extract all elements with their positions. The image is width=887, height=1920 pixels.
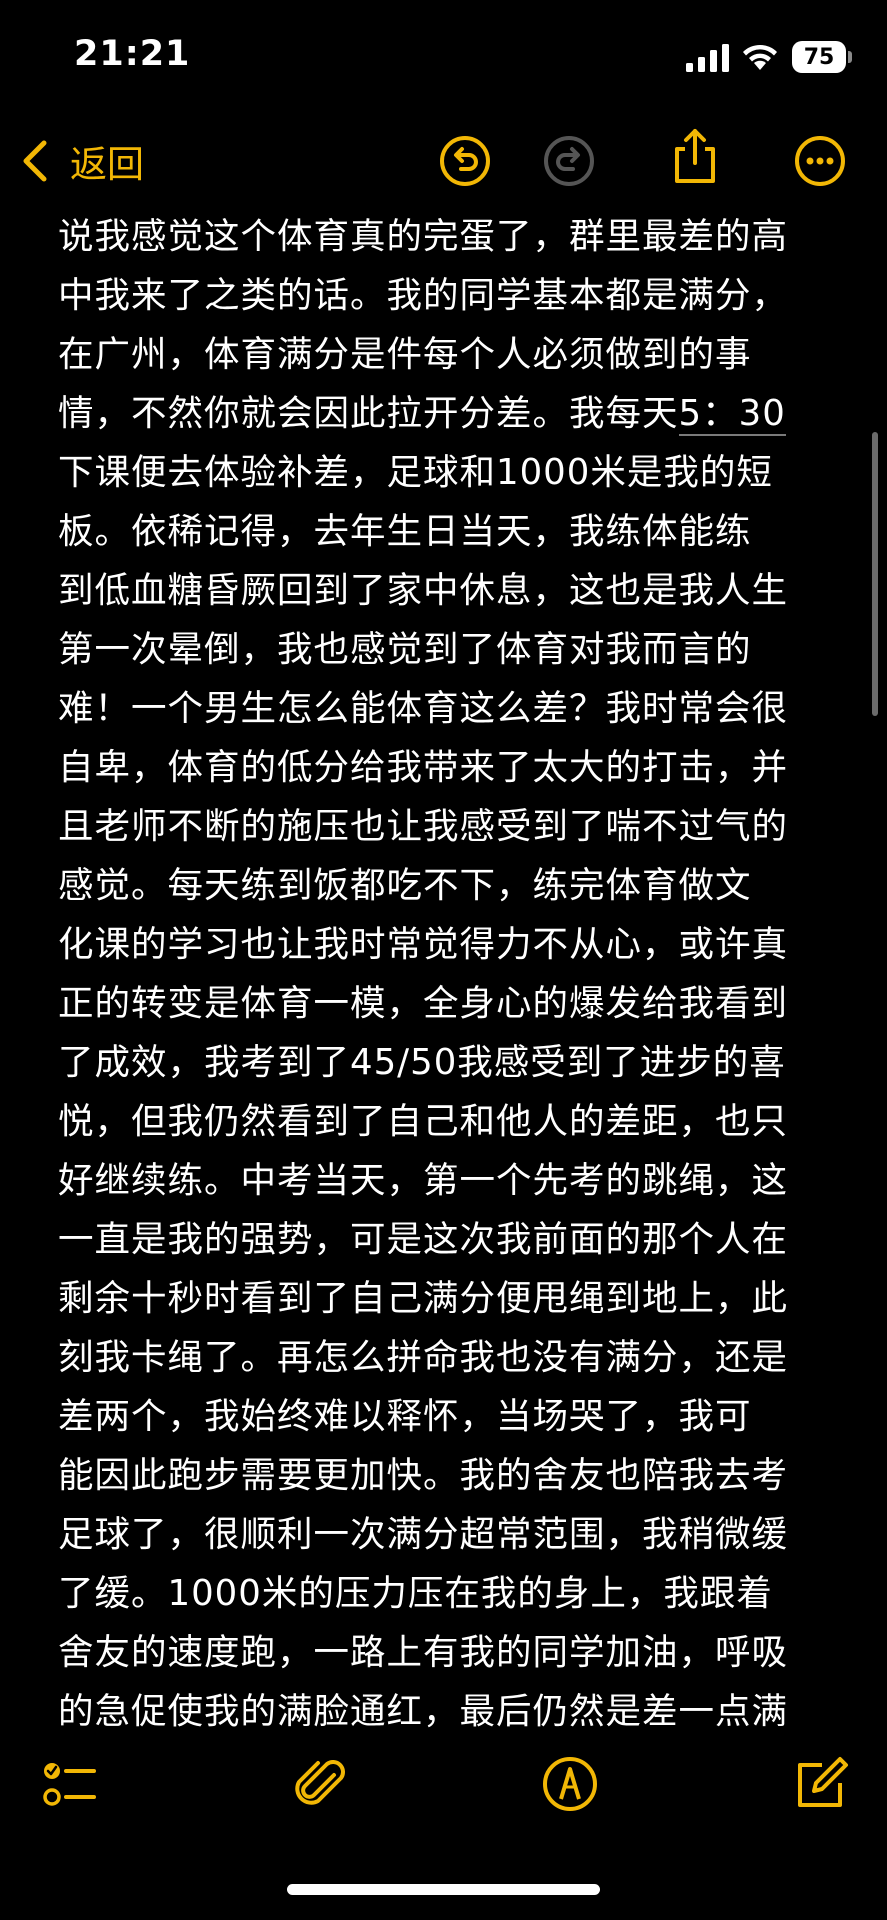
- wifi-icon: [741, 42, 779, 72]
- markup-pen-icon[interactable]: [541, 1755, 599, 1813]
- note-line: 化课的学习也让我时常觉得力不从心，或许真: [58, 924, 789, 965]
- note-line: 的急促使我的满脸通红，最后仍然是差一点满: [58, 1691, 789, 1729]
- note-line: 在广州，体育满分是件每个人必须做到的事: [58, 334, 752, 375]
- signal-icon: [686, 44, 730, 72]
- back-label: 返回: [70, 143, 144, 186]
- note-line: 了成效，我考到了45/50我感受到了进步的喜: [58, 1042, 786, 1083]
- chevron-left-icon: [23, 140, 47, 182]
- note-line: 好继续练。中考当天，第一个先考的跳绳，这: [58, 1160, 789, 1201]
- note-line: 剩余十秒时看到了自己满分便甩绳到地上，此: [58, 1278, 789, 1319]
- redo-icon[interactable]: [543, 135, 595, 187]
- note-line: 刻我卡绳了。再怎么拼命我也没有满分，还是: [58, 1337, 789, 1378]
- status-bar: 21:21 75: [0, 0, 887, 115]
- status-time: 21:21: [74, 34, 191, 74]
- note-line: 第一次晕倒，我也感觉到了体育对我而言的: [58, 629, 752, 670]
- note-line: 板。依稀记得，去年生日当天，我练体能练: [58, 511, 752, 552]
- home-indicator[interactable]: [287, 1884, 600, 1895]
- battery-icon: 75: [792, 41, 846, 73]
- paperclip-icon[interactable]: [292, 1755, 350, 1813]
- more-icon[interactable]: [794, 135, 846, 187]
- notes-screen: 21:21 75 返回 说我感觉这个体育真的完蛋了，群里最差的高 中我来了之类的…: [0, 0, 887, 1920]
- note-line: 感觉。每天练到饭都吃不下，练完体育做文: [58, 865, 752, 906]
- note-line-text: 情，不然你就会因此拉开分差。我每天: [58, 393, 679, 434]
- note-line: 到低血糖昏厥回到了家中休息，这也是我人生: [58, 570, 789, 611]
- detected-time-link[interactable]: 5：30: [678, 393, 786, 436]
- note-line: 悦，但我仍然看到了自己和他人的差距，也只: [58, 1101, 789, 1142]
- note-line: 难！一个男生怎么能体育这么差？我时常会很: [58, 688, 789, 729]
- note-line: 正的转变是体育一模，全身心的爆发给我看到: [58, 983, 789, 1024]
- checklist-icon[interactable]: [40, 1755, 98, 1813]
- bottom-toolbar: [0, 1755, 887, 1835]
- note-line: 情，不然你就会因此拉开分差。我每天5：30: [58, 384, 838, 443]
- undo-icon[interactable]: [439, 135, 491, 187]
- back-button[interactable]: 返回: [18, 133, 144, 189]
- note-body[interactable]: 说我感觉这个体育真的完蛋了，群里最差的高 中我来了之类的话。我的同学基本都是满分…: [58, 207, 838, 1729]
- note-line: 中我来了之类的话。我的同学基本都是满分，: [58, 275, 789, 316]
- note-line: 一直是我的强势，可是这次我前面的那个人在: [58, 1219, 789, 1260]
- note-line: 差两个，我始终难以释怀，当场哭了，我可: [58, 1396, 752, 1437]
- nav-bar: 返回: [0, 115, 887, 205]
- note-line: 能因此跑步需要更加快。我的舍友也陪我去考: [58, 1455, 789, 1496]
- note-line: 足球了，很顺利一次满分超常范围，我稍微缓: [58, 1514, 789, 1555]
- note-line: 了缓。1000米的压力压在我的身上，我跟着: [58, 1573, 773, 1614]
- scroll-indicator[interactable]: [872, 432, 878, 716]
- note-line: 自卑，体育的低分给我带来了太大的打击，并: [58, 747, 789, 788]
- share-icon[interactable]: [669, 127, 721, 185]
- battery-tip: [848, 51, 852, 63]
- note-line: 说我感觉这个体育真的完蛋了，群里最差的高: [58, 216, 789, 257]
- note-line: 下课便去体验补差，足球和1000米是我的短: [58, 452, 773, 493]
- note-line: 且老师不断的施压也让我感受到了喘不过气的: [58, 806, 789, 847]
- compose-icon[interactable]: [792, 1755, 850, 1813]
- note-line: 舍友的速度跑，一路上有我的同学加油，呼吸: [58, 1632, 789, 1673]
